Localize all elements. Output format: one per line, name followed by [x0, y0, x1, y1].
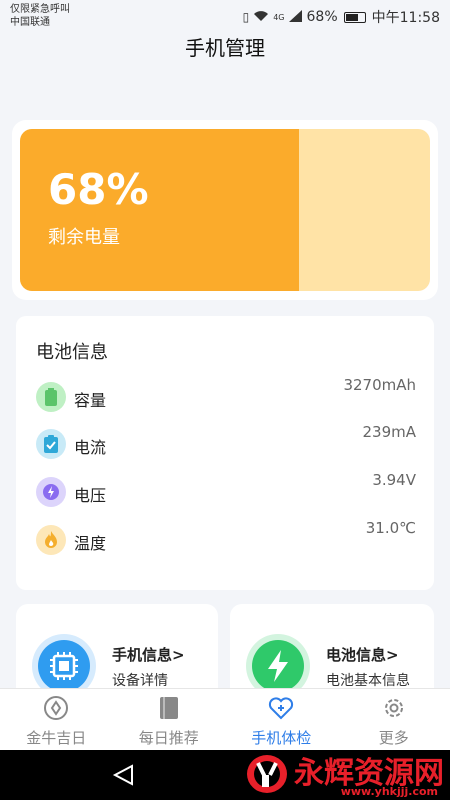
info-label: 电流 — [74, 438, 107, 457]
battery-percent: 68% — [48, 165, 149, 214]
wifi-icon — [253, 10, 269, 25]
tab-label: 更多 — [378, 729, 409, 747]
tab-phone-checkup[interactable]: 手机体检 — [225, 689, 338, 750]
signal-type-label: 4G — [273, 12, 285, 22]
info-row-voltage: 电压 3.94V — [36, 471, 416, 517]
info-value: 3270mAh — [343, 376, 416, 394]
battery-info-title: 电池信息 — [36, 342, 108, 363]
info-row-temperature: 温度 31.0℃ — [36, 519, 416, 565]
status-icons: ▯ 4G 68% 中午11:58 — [243, 7, 440, 27]
info-row-capacity: 容量 3270mAh — [36, 376, 416, 422]
info-value: 239mA — [362, 423, 416, 441]
tab-label: 每日推荐 — [138, 729, 199, 747]
tab-label: 手机体检 — [251, 729, 312, 747]
carrier-info: 仅限紧急呼叫 中国联通 — [10, 3, 70, 29]
carrier-line-emergency: 仅限紧急呼叫 — [10, 4, 70, 15]
tile-title: 手机信息> — [112, 646, 185, 664]
compass-icon — [44, 696, 69, 720]
heart-plus-icon — [269, 697, 294, 720]
tab-more[interactable]: 更多 — [338, 689, 450, 750]
battery-icon — [343, 11, 366, 23]
battery-icon — [36, 382, 66, 412]
info-value: 31.0℃ — [365, 519, 416, 537]
watermark-logo — [247, 755, 287, 793]
flame-icon — [36, 525, 66, 555]
clipboard-check-icon — [36, 429, 66, 459]
gear-icon — [384, 699, 403, 717]
status-bar: 仅限紧急呼叫 中国联通 ▯ 4G 68% 中午11:58 — [0, 0, 450, 30]
tile-subtitle: 设备详情 — [112, 673, 168, 689]
info-label: 容量 — [74, 391, 107, 410]
clock: 中午11:58 — [371, 10, 440, 26]
tab-daily-recommend[interactable]: 每日推荐 — [113, 689, 226, 750]
watermark-url: www.yhkjjj.com — [340, 785, 438, 798]
tab-golden-day[interactable]: 金牛吉日 — [0, 689, 113, 750]
tab-label: 金牛吉日 — [26, 729, 87, 747]
info-label: 温度 — [74, 534, 107, 553]
page-title: 手机管理 — [185, 36, 265, 60]
watermark: 永辉资源网 www.yhkjjj.com — [244, 752, 444, 798]
tile-title: 电池信息> — [326, 646, 399, 664]
signal-icon — [288, 9, 303, 25]
lightning-icon — [36, 477, 66, 507]
battery-level-card: 68% 剩余电量 — [12, 120, 438, 300]
back-icon[interactable] — [112, 764, 136, 786]
battery-info-card: 电池信息 容量 3270mAh 电流 239mA 电压 3.94V 温度 31.… — [16, 316, 434, 590]
tile-subtitle: 电池基本信息 — [326, 673, 410, 689]
info-label: 电压 — [74, 486, 107, 505]
battery-percent-text: 68% — [306, 9, 338, 25]
book-icon — [159, 697, 178, 719]
battery-level-bar: 68% 剩余电量 — [20, 129, 430, 291]
carrier-line-operator: 中国联通 — [10, 17, 50, 28]
bottom-tab-bar: 金牛吉日 每日推荐 手机体检 更多 — [0, 688, 450, 750]
info-row-current: 电流 239mA — [36, 423, 416, 469]
battery-remaining-label: 剩余电量 — [48, 227, 120, 248]
vibrate-icon: ▯ — [242, 10, 250, 24]
info-value: 3.94V — [372, 471, 416, 489]
